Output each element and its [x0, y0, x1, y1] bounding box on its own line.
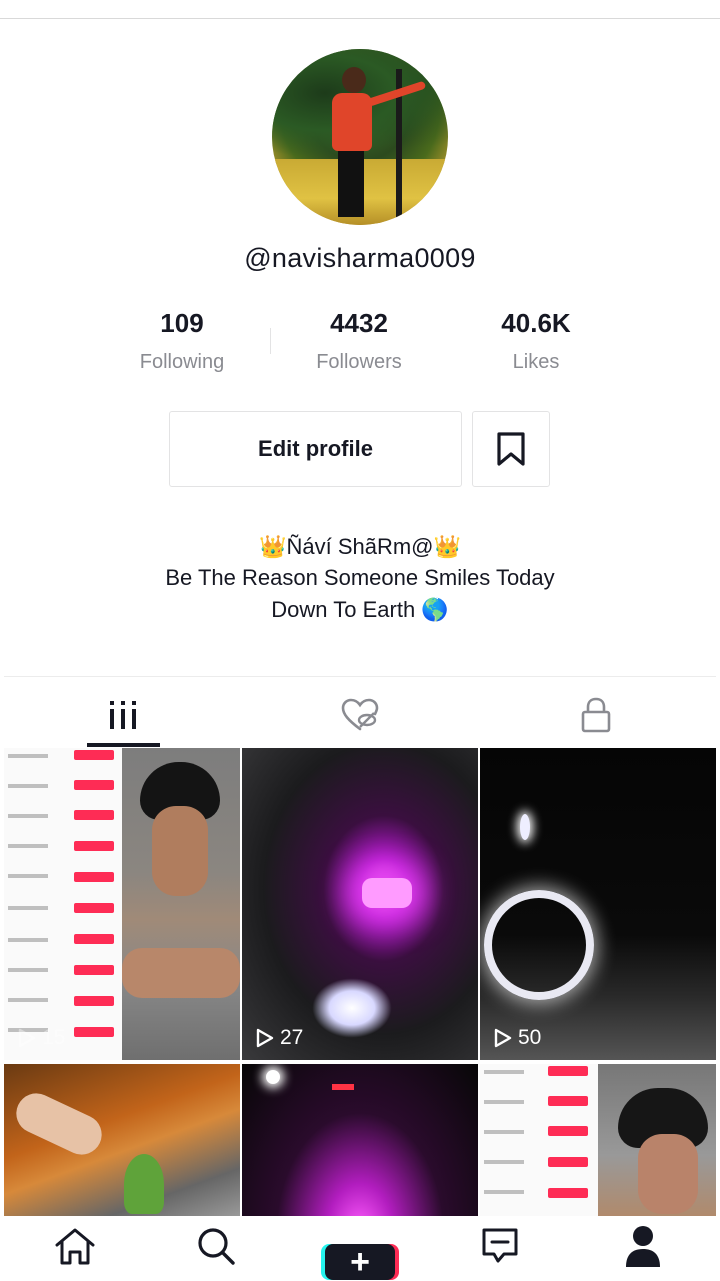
stat-likes[interactable]: 40.6K Likes — [446, 308, 626, 374]
thumb-finger — [9, 1086, 109, 1162]
nav-home[interactable] — [45, 1222, 105, 1270]
tab-liked[interactable] — [320, 690, 400, 740]
video-thumbnail-3[interactable]: 50 — [480, 748, 716, 1060]
play-icon — [256, 1028, 274, 1048]
view-count-2: 27 — [256, 1026, 303, 1050]
stat-following-value: 109 — [160, 308, 204, 338]
stat-following-label: Following — [139, 351, 225, 373]
thumb-headlight — [312, 978, 392, 1038]
thumb-face — [598, 1064, 716, 1216]
favorites-button[interactable] — [472, 411, 550, 487]
tab-private[interactable] — [556, 690, 636, 740]
nav-profile[interactable] — [613, 1222, 673, 1270]
edit-profile-button[interactable]: Edit profile — [169, 411, 462, 487]
liked-hidden-icon — [341, 698, 379, 731]
create-icon: + — [325, 1244, 395, 1280]
thumb-light — [266, 1070, 280, 1084]
video-thumbnail-2[interactable]: 27 — [242, 748, 478, 1060]
view-count-3: 50 — [494, 1026, 541, 1050]
stat-followers[interactable]: 4432 Followers — [269, 308, 449, 374]
thumb-follow-list — [480, 1064, 598, 1216]
thumb-light — [520, 814, 530, 840]
active-tab-indicator — [87, 743, 160, 747]
thumb-face — [122, 748, 240, 1060]
view-count-1: 15 — [18, 1026, 65, 1050]
bio-name: 👑Ñáví ShãRm@👑 — [259, 534, 461, 559]
search-icon — [198, 1228, 235, 1265]
video-thumbnail-6[interactable] — [480, 1064, 716, 1216]
grid-icon — [110, 701, 136, 729]
create-button[interactable]: + — [321, 1244, 399, 1280]
section-divider — [4, 676, 716, 677]
stat-likes-value: 40.6K — [501, 308, 571, 338]
profile-avatar[interactable] — [272, 49, 448, 225]
thumb-follow-list — [4, 748, 122, 1060]
thumb-light — [362, 878, 412, 908]
thumb-wheel — [484, 890, 594, 1000]
video-thumbnail-5[interactable] — [242, 1064, 478, 1216]
thumb-taillight — [332, 1084, 354, 1090]
inbox-icon — [482, 1228, 518, 1263]
bookmark-icon — [497, 432, 525, 466]
stat-followers-value: 4432 — [330, 308, 388, 338]
profile-username: @navisharma0009 — [244, 243, 476, 273]
play-icon — [494, 1028, 512, 1048]
nav-discover[interactable] — [186, 1222, 246, 1270]
lock-icon — [581, 697, 611, 733]
top-divider — [0, 18, 720, 19]
nav-inbox[interactable] — [470, 1222, 530, 1270]
tab-videos[interactable] — [83, 690, 163, 740]
avatar-person — [324, 67, 427, 217]
video-grid: 15 27 50 — [4, 748, 716, 1216]
profile-icon — [626, 1226, 660, 1267]
bio-line-1: Be The Reason Someone Smiles Today — [165, 565, 555, 590]
stat-likes-label: Likes — [512, 351, 560, 373]
video-thumbnail-1[interactable]: 15 — [4, 748, 240, 1060]
stat-followers-label: Followers — [316, 351, 402, 373]
play-icon — [18, 1028, 36, 1048]
video-thumbnail-4[interactable] — [4, 1064, 240, 1216]
home-icon — [55, 1228, 95, 1265]
stat-following[interactable]: 109 Following — [92, 308, 272, 374]
thumb-leaf — [124, 1154, 164, 1214]
bio-line-2: Down To Earth 🌎 — [271, 597, 449, 622]
